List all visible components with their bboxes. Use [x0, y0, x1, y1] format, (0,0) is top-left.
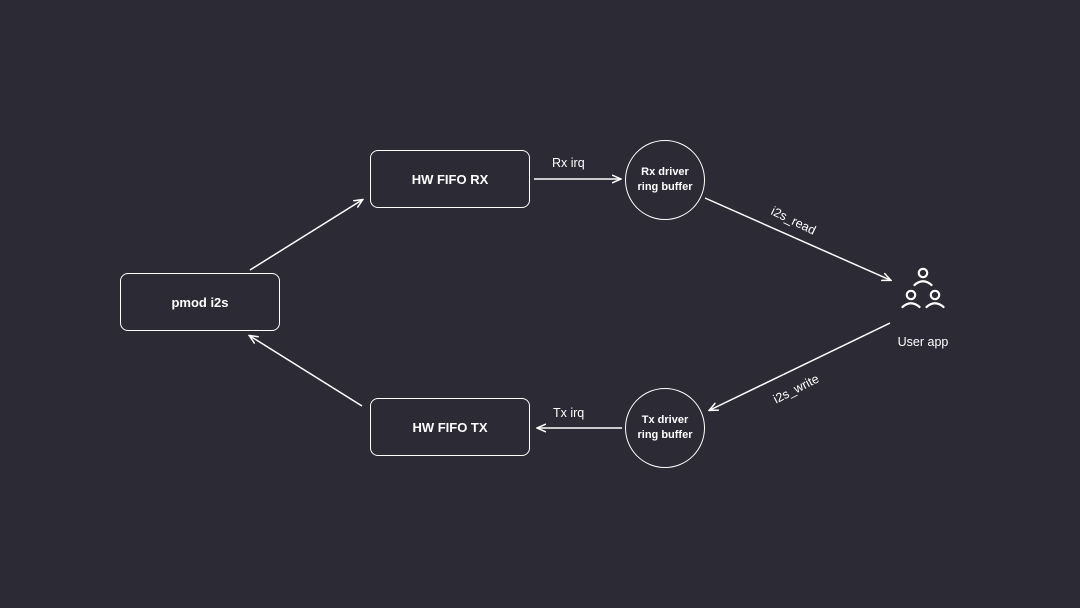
node-hw-fifo-tx: HW FIFO TX [370, 398, 530, 456]
diagram-stage: pmod i2s HW FIFO RX HW FIFO TX Rx driver… [0, 0, 1080, 608]
arrow-pmod-to-fiforx [250, 200, 362, 270]
node-tx-ring-buffer: Tx driver ring buffer [625, 388, 705, 468]
arrow-userapp-to-txring [710, 323, 890, 410]
node-pmod-i2s: pmod i2s [120, 273, 280, 331]
node-rx-ring-buffer: Rx driver ring buffer [625, 140, 705, 220]
node-hw-fifo-rx: HW FIFO RX [370, 150, 530, 208]
user-app-label: User app [892, 335, 954, 349]
edge-label-i2s-write: i2s_write [771, 372, 821, 407]
edge-label-tx-irq: Tx irq [553, 406, 584, 420]
node-label: HW FIFO RX [412, 172, 489, 187]
arrow-rxring-to-userapp [705, 198, 890, 280]
node-label: pmod i2s [171, 295, 228, 310]
node-label: User app [898, 335, 949, 349]
edge-label-rx-irq: Rx irq [552, 156, 585, 170]
node-label: Rx driver ring buffer [638, 165, 693, 195]
node-label: HW FIFO TX [412, 420, 487, 435]
user-app-icon [900, 265, 946, 311]
edge-label-i2s-read: i2s_read [769, 204, 818, 238]
node-label: Tx driver ring buffer [638, 413, 693, 443]
arrow-fifotx-to-pmod [250, 336, 362, 406]
